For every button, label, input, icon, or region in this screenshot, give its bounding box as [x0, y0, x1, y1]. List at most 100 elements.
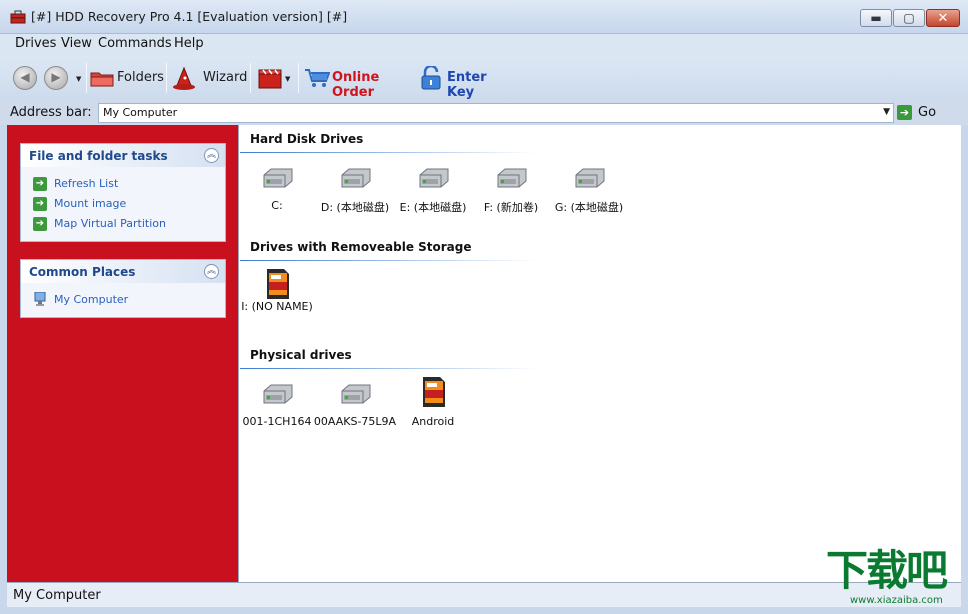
folder-icon: [90, 72, 114, 87]
drive-item[interactable]: I: (NO NAME): [239, 268, 315, 320]
watermark-url: www.xiazaiba.com: [850, 595, 943, 606]
title-bar: [#] HDD Recovery Pro 4.1 [Evaluation ver…: [0, 0, 968, 34]
toolbar-separator: [86, 63, 87, 93]
hard-drive-icon: [575, 168, 605, 188]
drive-label: Android: [411, 415, 455, 428]
drive-label: I: (NO NAME): [241, 300, 313, 313]
file-folder-tasks-panel: File and folder tasks ︽ ➔ Refresh List ➔…: [20, 143, 226, 242]
hard-drive-icon: [341, 168, 371, 188]
address-value: My Computer: [103, 106, 178, 119]
back-arrow-icon: ◀: [20, 70, 30, 84]
task-pane: File and folder tasks ︽ ➔ Refresh List ➔…: [7, 125, 238, 582]
drive-list-pane: Hard Disk Drives C: D: (本地磁盘) E: (本地磁盘): [238, 125, 961, 582]
status-text: My Computer: [13, 588, 101, 603]
maximize-button[interactable]: ▢: [893, 9, 925, 27]
folders-label: Folders: [117, 70, 164, 85]
memory-card-icon: [267, 269, 289, 299]
drive-item[interactable]: G: (本地磁盘): [551, 167, 627, 219]
panel-title: File and folder tasks: [29, 149, 168, 163]
hard-drive-icon: [263, 384, 293, 404]
green-arrow-icon: ➔: [33, 217, 47, 231]
online-order-label: Online Order: [332, 70, 380, 100]
media-menu-button[interactable]: ▼: [257, 65, 295, 91]
memory-card-icon: [423, 377, 445, 407]
link-label: Mount image: [54, 197, 127, 210]
panel-title: Common Places: [29, 265, 136, 279]
close-icon: ✕: [937, 10, 949, 26]
group-title-removable: Drives with Removeable Storage: [250, 240, 472, 254]
hard-drive-icon: [263, 168, 293, 188]
group-divider: [240, 260, 538, 261]
drive-item[interactable]: F: (新加卷): [473, 167, 549, 219]
link-label: Refresh List: [54, 177, 119, 190]
drive-item[interactable]: E: (本地磁盘): [395, 167, 471, 219]
address-bar: Address bar: My Computer ▼ ➔ Go: [0, 101, 968, 125]
back-button[interactable]: ◀: [13, 66, 37, 90]
wizard-hat-icon: [173, 66, 195, 90]
address-input[interactable]: My Computer ▼: [98, 103, 894, 123]
folders-button[interactable]: Folders: [90, 65, 164, 91]
drive-item[interactable]: C:: [239, 167, 315, 219]
drive-item[interactable]: D: (本地磁盘): [317, 167, 393, 219]
panel-header[interactable]: Common Places ︽: [21, 260, 225, 283]
panel-header[interactable]: File and folder tasks ︽: [21, 144, 225, 167]
toolbar: ◀ ▶ ▼ Folders Wizard ▼ Online Order Ente…: [0, 55, 968, 101]
menu-view[interactable]: View: [61, 36, 92, 51]
watermark-text: 下载吧: [826, 546, 948, 595]
group-divider: [240, 368, 538, 369]
collapse-icon[interactable]: ︽: [204, 148, 219, 163]
window-frame: [0, 125, 7, 614]
group-title-physical: Physical drives: [250, 348, 352, 362]
forward-arrow-icon: ▶: [51, 70, 61, 84]
enter-key-label: Enter Key: [447, 70, 487, 100]
clapperboard-icon: [258, 69, 282, 89]
menu-help[interactable]: Help: [174, 36, 204, 51]
online-order-button[interactable]: Online Order: [304, 65, 414, 100]
menu-bar: Drives View Commands Help: [0, 34, 968, 55]
address-bar-label: Address bar:: [10, 105, 92, 120]
group-title-hard-disks: Hard Disk Drives: [250, 132, 364, 146]
media-dropdown-icon: ▼: [285, 75, 291, 83]
collapse-icon[interactable]: ︽: [204, 264, 219, 279]
green-arrow-icon: ➔: [33, 197, 47, 211]
hard-drive-icon: [419, 168, 449, 188]
minimize-button[interactable]: ▬: [860, 9, 892, 27]
wizard-button[interactable]: Wizard: [172, 65, 248, 91]
status-bar: My Computer: [7, 582, 961, 607]
window-frame: [961, 125, 968, 614]
maximize-icon: ▢: [903, 11, 915, 25]
unlock-icon: [421, 66, 441, 90]
go-label: Go: [918, 105, 937, 120]
drive-item[interactable]: Android: [395, 376, 471, 428]
wizard-label: Wizard: [203, 70, 248, 85]
history-dropdown-icon[interactable]: ▼: [76, 75, 81, 83]
minimize-icon: ▬: [870, 11, 882, 25]
go-arrow-icon: ➔: [897, 105, 912, 120]
forward-button[interactable]: ▶: [44, 66, 68, 90]
menu-drives[interactable]: Drives: [15, 36, 56, 51]
computer-icon: [34, 292, 46, 306]
hard-drive-icon: [497, 168, 527, 188]
common-places-panel: Common Places ︽ My Computer: [20, 259, 226, 318]
site-watermark-logo: 下载吧 www.xiazaiba.com: [826, 549, 958, 611]
green-arrow-icon: ➔: [33, 177, 47, 191]
address-dropdown-icon[interactable]: ▼: [883, 107, 890, 117]
window-title: [#] HDD Recovery Pro 4.1 [Evaluation ver…: [31, 9, 348, 24]
group-divider: [240, 152, 538, 153]
drive-label: G: (本地磁盘): [554, 201, 624, 214]
app-toolbox-icon: [10, 10, 26, 24]
drive-item[interactable]: 00AAKS-75L9A: [314, 383, 396, 435]
toolbar-separator: [250, 63, 251, 93]
link-label: My Computer: [54, 293, 129, 306]
close-button[interactable]: ✕: [926, 9, 960, 27]
toolbar-separator: [166, 63, 167, 93]
toolbar-separator: [298, 63, 299, 93]
drive-item[interactable]: 001-1CH164: [239, 383, 315, 435]
menu-commands[interactable]: Commands: [98, 36, 172, 51]
enter-key-button[interactable]: Enter Key: [420, 65, 510, 100]
link-label: Map Virtual Partition: [54, 217, 166, 230]
shopping-cart-icon: [305, 69, 330, 87]
hard-drive-icon: [341, 384, 371, 404]
go-button[interactable]: ➔ Go: [897, 104, 949, 122]
window-frame: [0, 607, 968, 614]
